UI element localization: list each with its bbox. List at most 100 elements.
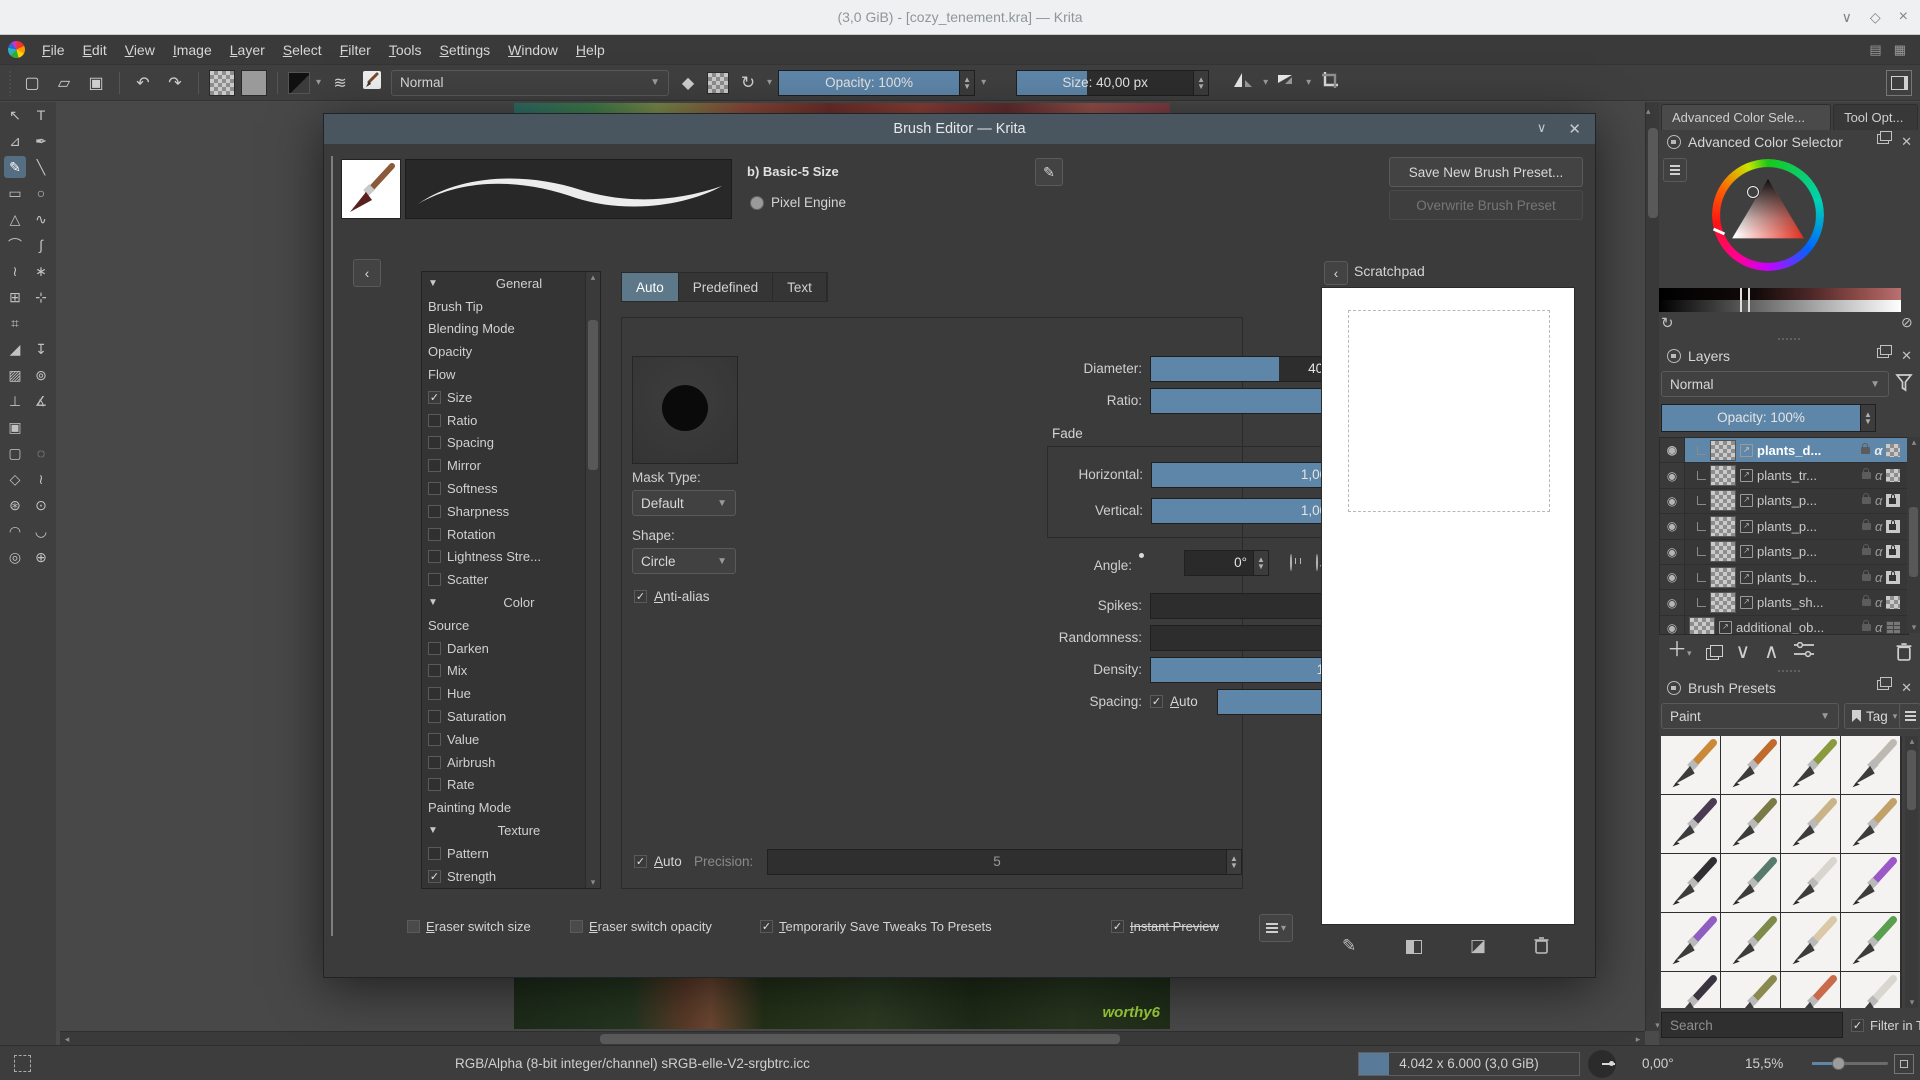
float-docker-icon[interactable] [1877,131,1893,144]
layer-thumbnail[interactable] [1710,592,1736,614]
scratchpad-clear-icon[interactable] [1534,937,1549,954]
brush-option-source[interactable]: Source [422,614,600,637]
undo-icon[interactable]: ↶ [130,73,156,93]
option-checkbox[interactable] [428,664,441,678]
brush-option-brush-tip[interactable]: Brush Tip [422,295,600,318]
layer-visible-icon[interactable]: ◉ [1660,539,1685,564]
layer-row[interactable]: ◉ ↗ plants_p... α [1660,539,1908,565]
presets-lock-icon[interactable] [1667,681,1681,695]
precision-input[interactable]: 5 [767,849,1227,875]
tool-icon[interactable]: ◎ [4,546,26,568]
wrap-around-icon[interactable]: ≋ [327,73,353,93]
brush-option-saturation[interactable]: Saturation [422,705,600,728]
tool-icon[interactable]: ∗ [30,260,52,282]
angle-ccw-icon[interactable] [1316,554,1318,571]
brush-preset-thumbnail[interactable] [1661,795,1720,853]
layer-styles-icon[interactable]: ↗ [1719,621,1732,634]
move-layer-up-button[interactable]: ∧ [1764,642,1779,662]
layer-lock-icon[interactable] [1861,442,1871,454]
pattern-chooser-icon[interactable] [241,69,267,96]
rotation-angle-label[interactable]: 0,00° [1642,1056,1674,1071]
vertical-scrollbar[interactable]: ▴ ▾ [1645,102,1660,1031]
brush-option-airbrush[interactable]: Airbrush [422,751,600,774]
layer-name[interactable]: plants_d... [1757,443,1857,458]
tool-icon[interactable]: ↧ [30,338,52,360]
workspace-chooser-icon[interactable] [1886,69,1912,96]
layer-thumbnail[interactable] [1689,617,1715,634]
layers-lock-icon[interactable] [1667,349,1681,363]
option-checkbox[interactable] [428,550,441,564]
option-checkbox[interactable]: ✓ [428,869,441,883]
options-scrollbar[interactable]: ▴ ▾ [585,272,600,888]
open-document-icon[interactable]: ▱ [51,73,77,93]
menu-view[interactable]: View [116,38,164,62]
tool-icon[interactable]: ≀ [30,468,52,490]
tab-advanced-color-selector[interactable]: Advanced Color Sele... [1661,104,1832,130]
vscroll-thumb[interactable] [1648,128,1658,218]
brush-preset-thumbnail[interactable] [1841,795,1900,853]
save-tweaks-checkbox[interactable]: ✓ [760,920,773,933]
tool-icon[interactable]: ∫ [30,234,52,256]
brush-option-color[interactable]: ▼ Color [422,591,600,614]
brush-preset-thumbnail[interactable] [1721,913,1780,971]
tool-icon[interactable]: ✎ [4,156,26,178]
layer-blending-select[interactable]: Normal ▼ [1661,371,1889,397]
tool-icon[interactable]: ≀ [4,260,26,282]
opacity-spinner[interactable]: ▲ ▼ [960,69,976,96]
tool-icon[interactable] [30,416,52,438]
tool-icon[interactable]: ⊞ [4,286,26,308]
brush-option-pattern[interactable]: Pattern [422,842,600,865]
layer-thumbnail[interactable] [1710,439,1736,461]
add-layer-button[interactable]: ＋▾ [1667,640,1692,663]
tool-icon[interactable]: ⊥ [4,390,26,412]
overwrite-preset-button[interactable]: Overwrite Brush Preset [1389,190,1583,220]
mask-type-select[interactable]: Default ▼ [632,490,736,516]
tool-icon[interactable]: ▢ [4,442,26,464]
collapse-presets-button[interactable]: ‹ [353,259,381,287]
brush-preset-thumbnail[interactable] [1841,972,1900,1008]
eraser-mode-icon[interactable]: ◆ [675,73,701,93]
brush-option-mix[interactable]: Mix [422,660,600,683]
layer-row[interactable]: ◉ ↗ plants_tr... α [1660,463,1908,489]
trim-image-icon[interactable] [1317,70,1343,95]
tool-icon[interactable]: ▣ [4,416,26,438]
precision-spinner[interactable]: ▲ ▼ [1227,849,1242,875]
layer-alpha-icon[interactable]: α [1875,519,1882,534]
tool-icon[interactable]: ↖ [4,104,26,126]
layer-properties-button[interactable] [1793,641,1815,661]
tool-icon[interactable]: ⊛ [4,494,26,516]
minimize-icon[interactable]: ∨ [1842,9,1852,26]
option-checkbox[interactable] [428,413,441,427]
close-presets-icon[interactable]: ✕ [1901,680,1912,696]
tool-icon[interactable]: ◡ [30,520,52,542]
zoom-level-label[interactable]: 15,5% [1745,1056,1783,1071]
menu-help[interactable]: Help [567,38,614,62]
angle-spinbox[interactable]: 0° [1184,550,1254,576]
delete-layer-button[interactable] [1896,642,1912,661]
new-document-icon[interactable]: ▢ [19,73,45,93]
layer-visible-icon[interactable]: ◉ [1660,564,1685,590]
brush-option-darken[interactable]: Darken [422,637,600,660]
preset-filter-select[interactable]: Paint ▼ [1661,703,1839,729]
brush-option-size[interactable]: ✓ Size [422,386,600,409]
brush-option-rotation[interactable]: Rotation [422,523,600,546]
layer-lock-icon[interactable] [1861,569,1871,581]
option-checkbox[interactable] [428,846,441,860]
layer-visible-icon[interactable]: ◉ [1660,438,1685,463]
layer-alpha-icon[interactable]: α [1875,544,1882,559]
engine-radio[interactable] [750,196,764,210]
layer-alpha-icon[interactable]: α [1875,620,1882,634]
brush-preset-thumbnail[interactable] [1841,913,1900,971]
memory-usage[interactable]: 4.042 x 6.000 (3,0 GiB) [1358,1051,1580,1076]
maximize-icon[interactable]: ◇ [1870,9,1881,26]
layer-lock-icon[interactable] [1861,544,1871,556]
mirror-h-caret-icon[interactable]: ▾ [1263,77,1268,88]
brush-preset-thumbnail[interactable] [1781,736,1840,794]
canvas-painting-bottom[interactable]: worthy6 [514,976,1170,1029]
filter-in-tag-checkbox[interactable]: ✓ [1851,1019,1864,1032]
layer-thumbnail[interactable] [1710,465,1736,487]
brush-preset-thumbnail[interactable] [1721,972,1780,1008]
hscroll-thumb[interactable] [600,1034,1120,1044]
zoom-fit-icon[interactable] [1894,1053,1914,1074]
tab-text[interactable]: Text [773,273,827,301]
